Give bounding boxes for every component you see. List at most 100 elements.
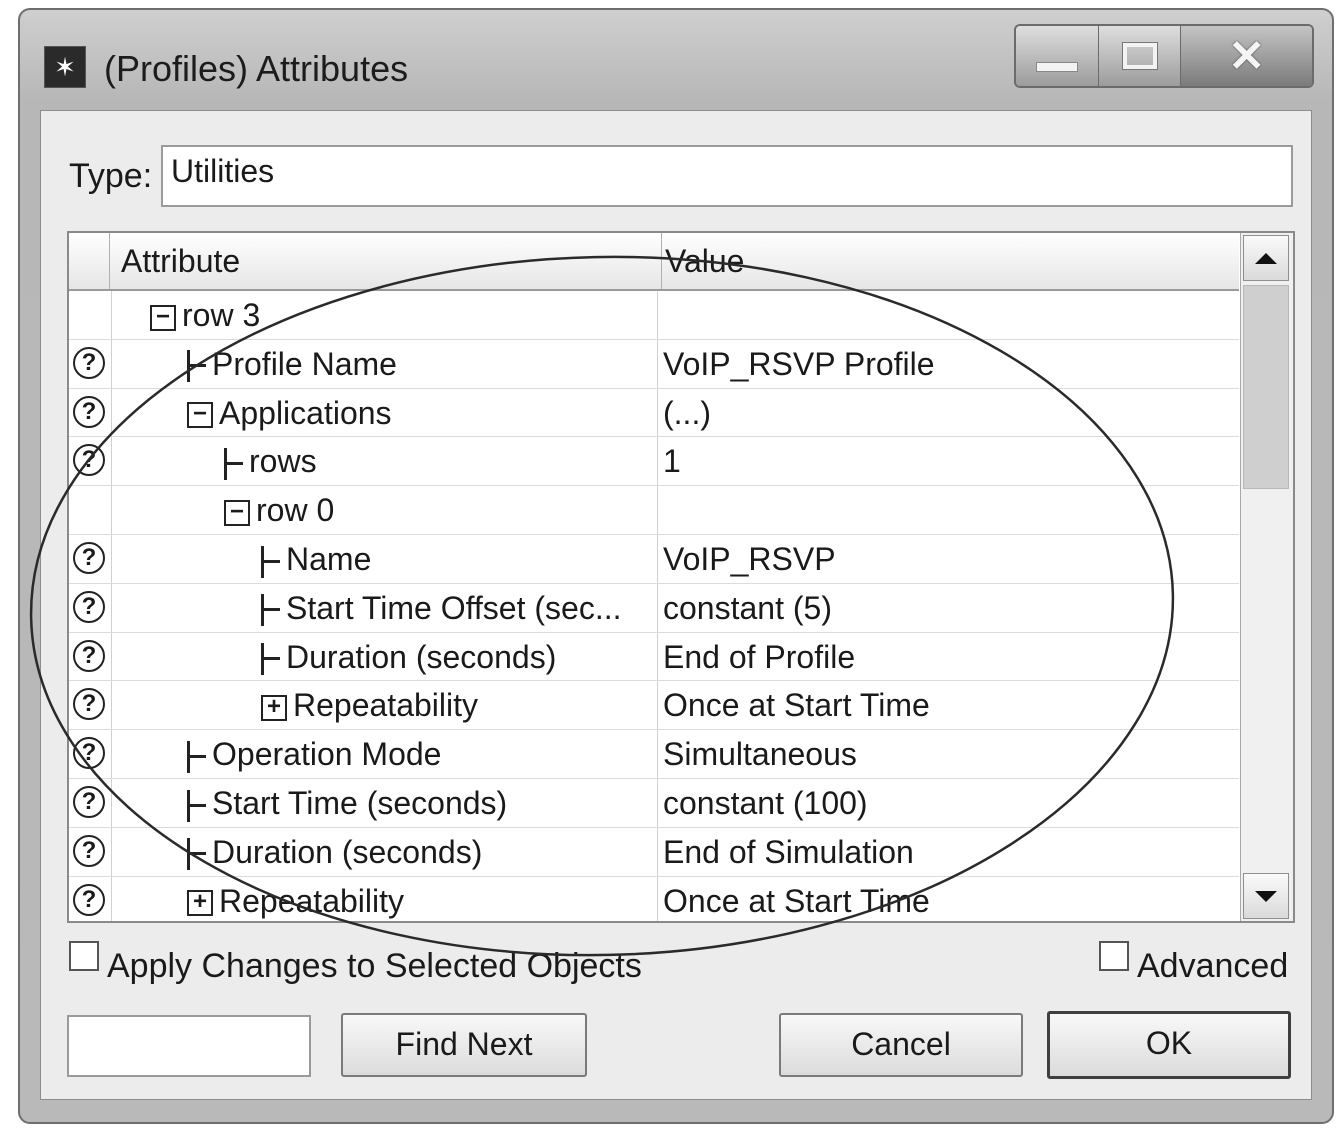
tree-connector-icon: [224, 447, 245, 480]
help-icon[interactable]: ?: [73, 688, 105, 721]
cancel-button[interactable]: Cancel: [779, 1013, 1023, 1077]
column-divider: [657, 291, 658, 339]
table-row[interactable]: ? rows 1: [69, 437, 1239, 487]
maximize-button[interactable]: [1098, 26, 1182, 86]
value-cell[interactable]: Once at Start Time: [663, 877, 930, 921]
value-cell[interactable]: End of Simulation: [663, 828, 914, 876]
close-button[interactable]: ✕: [1181, 26, 1312, 86]
table-row[interactable]: ? Profile Name VoIP_RSVP Profile: [69, 339, 1239, 389]
table-row[interactable]: ? − Applications (...): [69, 388, 1239, 438]
attribute-cell[interactable]: − row 3: [150, 291, 260, 339]
attribute-label: rows: [249, 443, 317, 480]
apply-changes-checkbox[interactable]: [69, 941, 99, 971]
attribute-label: Applications: [219, 394, 392, 431]
table-row[interactable]: ? + Repeatability Once at Start Time: [69, 681, 1239, 731]
value-cell[interactable]: (...): [663, 389, 711, 437]
help-icon[interactable]: ?: [73, 590, 105, 623]
attribute-label: Profile Name: [212, 345, 397, 382]
value-cell[interactable]: Simultaneous: [663, 730, 857, 778]
table-row[interactable]: − row 0: [69, 486, 1239, 535]
table-row[interactable]: ? Operation Mode Simultaneous: [69, 730, 1239, 779]
minimize-button[interactable]: [1016, 26, 1099, 86]
attribute-cell[interactable]: Duration (seconds): [261, 633, 556, 681]
table-row[interactable]: ? Start Time Offset (sec... constant (5): [69, 583, 1239, 633]
attribute-cell[interactable]: − Applications: [187, 389, 392, 437]
expand-icon[interactable]: +: [187, 890, 213, 917]
title-bar[interactable]: ✶ (Profiles) Attributes ✕: [20, 10, 1332, 110]
app-star-icon: ✶: [44, 46, 86, 88]
ok-button[interactable]: OK: [1047, 1011, 1291, 1079]
value-column-header[interactable]: Value: [659, 233, 744, 289]
scroll-down-arrow-icon: [1255, 890, 1277, 902]
column-divider: [657, 827, 658, 876]
value-cell[interactable]: constant (5): [663, 584, 832, 632]
attribute-cell[interactable]: Duration (seconds): [187, 828, 482, 876]
expand-icon[interactable]: +: [261, 694, 287, 721]
help-icon[interactable]: ?: [73, 785, 105, 818]
attribute-column-header[interactable]: Attribute: [121, 233, 662, 289]
attribute-label: row 0: [256, 492, 335, 529]
tree-connector-icon: [261, 545, 282, 578]
find-input[interactable]: [67, 1015, 311, 1077]
find-next-button[interactable]: Find Next: [341, 1013, 587, 1077]
row-gutter-divider: [111, 388, 112, 437]
attribute-cell[interactable]: Operation Mode: [187, 730, 441, 778]
table-row[interactable]: − row 3: [69, 291, 1239, 340]
vertical-scrollbar[interactable]: [1240, 233, 1293, 921]
value-cell[interactable]: End of Profile: [663, 633, 855, 681]
table-row[interactable]: ? Start Time (seconds) constant (100): [69, 778, 1239, 828]
scroll-down-button[interactable]: [1243, 873, 1289, 919]
row-gutter-divider: [111, 827, 112, 876]
help-icon[interactable]: ?: [73, 639, 105, 672]
help-icon[interactable]: ?: [73, 883, 105, 916]
tree-connector-icon: [261, 594, 282, 627]
help-icon[interactable]: ?: [73, 395, 105, 428]
attribute-cell[interactable]: Profile Name: [187, 340, 397, 388]
help-icon[interactable]: ?: [73, 444, 105, 477]
table-row[interactable]: ? Duration (seconds) End of Simulation: [69, 827, 1239, 877]
collapse-icon[interactable]: −: [150, 304, 176, 331]
column-divider: [657, 583, 658, 632]
attribute-cell[interactable]: Start Time (seconds): [187, 779, 507, 827]
grid-header-gutter: [69, 233, 110, 289]
value-cell[interactable]: VoIP_RSVP: [663, 535, 836, 583]
column-divider: [657, 876, 658, 921]
attribute-cell[interactable]: − row 0: [224, 486, 334, 534]
row-gutter-divider: [111, 534, 112, 583]
help-icon[interactable]: ?: [73, 346, 105, 379]
attribute-cell[interactable]: Name: [261, 535, 371, 583]
type-label: Type:: [69, 157, 153, 195]
window-controls: ✕: [1014, 24, 1314, 88]
type-field: Utilities: [161, 145, 1293, 207]
attribute-label: Name: [286, 540, 372, 577]
row-gutter-divider: [111, 339, 112, 388]
value-cell[interactable]: VoIP_RSVP Profile: [663, 340, 935, 388]
attributes-dialog: ✶ (Profiles) Attributes ✕ Type: Utilitie…: [18, 8, 1334, 1124]
help-icon[interactable]: ?: [73, 737, 105, 770]
attribute-cell[interactable]: Start Time Offset (sec...: [261, 584, 622, 632]
row-gutter-divider: [111, 681, 112, 730]
collapse-icon[interactable]: −: [187, 402, 213, 429]
row-gutter-divider: [111, 778, 112, 827]
attribute-cell[interactable]: + Repeatability: [261, 681, 478, 729]
scroll-thumb[interactable]: [1243, 285, 1289, 489]
value-cell[interactable]: Once at Start Time: [663, 681, 930, 729]
attribute-cell[interactable]: + Repeatability: [187, 877, 404, 921]
value-cell[interactable]: 1: [663, 437, 681, 485]
collapse-icon[interactable]: −: [224, 499, 250, 526]
advanced-checkbox[interactable]: [1099, 941, 1129, 971]
tree-connector-icon: [261, 643, 282, 676]
tree-connector-icon: [187, 740, 208, 773]
help-icon[interactable]: ?: [73, 541, 105, 574]
attribute-cell[interactable]: rows: [224, 437, 317, 485]
table-row[interactable]: ? + Repeatability Once at Start Time: [69, 876, 1239, 921]
table-row[interactable]: ? Duration (seconds) End of Profile: [69, 632, 1239, 682]
column-divider: [657, 534, 658, 583]
advanced-label[interactable]: Advanced: [1137, 947, 1288, 986]
grid-header: Attribute Value: [69, 233, 1239, 291]
apply-changes-label[interactable]: Apply Changes to Selected Objects: [107, 947, 642, 986]
table-row[interactable]: ? Name VoIP_RSVP: [69, 534, 1239, 584]
help-icon[interactable]: ?: [73, 834, 105, 867]
value-cell[interactable]: constant (100): [663, 779, 868, 827]
scroll-up-button[interactable]: [1243, 235, 1289, 281]
